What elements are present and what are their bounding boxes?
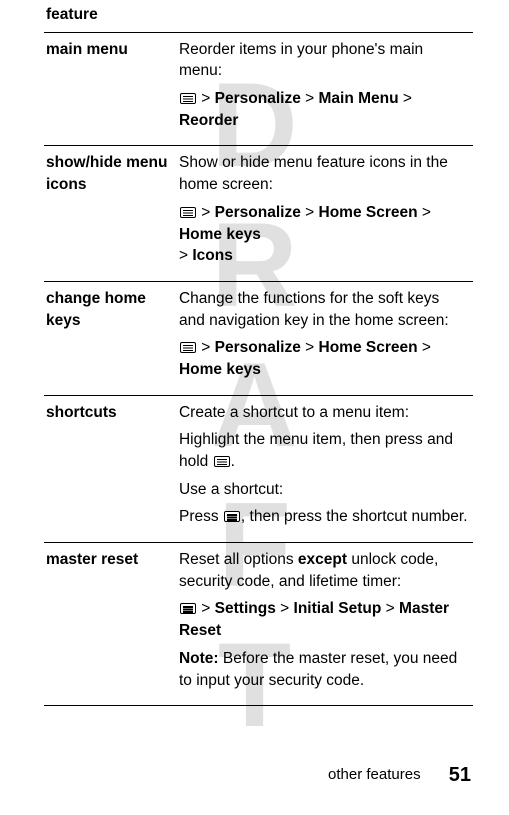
gt: >	[179, 247, 188, 264]
menu-path: > Settings > Initial Setup > Master Rese…	[179, 598, 469, 641]
gt: >	[201, 339, 210, 356]
feature-label: show/hide menu icons	[44, 146, 177, 281]
feature-desc: Create a shortcut to a menu item: Highli…	[177, 395, 473, 542]
path-part: Initial Setup	[294, 600, 382, 617]
desc-text: Press , then press the shortcut number.	[179, 506, 469, 528]
feature-desc: Reorder items in your phone's main menu:…	[177, 32, 473, 146]
path-part: Personalize	[215, 204, 301, 221]
table-row: main menu Reorder items in your phone's …	[44, 32, 473, 146]
gt: >	[422, 339, 431, 356]
feature-label: shortcuts	[44, 395, 177, 542]
menu-path: > Personalize > Main Menu > Reorder	[179, 88, 469, 131]
note-label: Note:	[179, 650, 223, 667]
gt: >	[201, 90, 210, 107]
menu-key-icon	[214, 456, 230, 467]
text-part: Press	[179, 508, 223, 525]
feature-label: change home keys	[44, 281, 177, 395]
text-part: , then press the shortcut number.	[241, 508, 468, 525]
desc-text: Reorder items in your phone's main menu:	[179, 39, 469, 82]
menu-path: > Personalize > Home Screen > Home keys …	[179, 202, 469, 267]
desc-text: Change the functions for the soft keys a…	[179, 288, 469, 331]
gt: >	[403, 90, 412, 107]
feature-desc: Change the functions for the soft keys a…	[177, 281, 473, 395]
gt: >	[201, 204, 210, 221]
path-part: Home keys	[179, 361, 261, 378]
menu-key-icon	[224, 511, 240, 522]
desc-text: Use a shortcut:	[179, 479, 469, 501]
table-row: master reset Reset all options except un…	[44, 543, 473, 706]
page-content: feature main menu Reorder items in your …	[0, 0, 509, 706]
note-text: Note: Before the master reset, you need …	[179, 648, 469, 691]
desc-text: Show or hide menu feature icons in the h…	[179, 152, 469, 195]
table-header: feature	[44, 0, 473, 32]
gt: >	[201, 600, 210, 617]
menu-path: > Personalize > Home Screen > Home keys	[179, 337, 469, 380]
path-part: Home keys	[179, 226, 261, 243]
feature-label: main menu	[44, 32, 177, 146]
path-part: Personalize	[215, 90, 301, 107]
table-row: change home keys Change the functions fo…	[44, 281, 473, 395]
menu-key-icon	[180, 603, 196, 614]
path-part: Icons	[192, 247, 232, 264]
menu-key-icon	[180, 207, 196, 218]
menu-key-icon	[180, 342, 196, 353]
table-header-row: feature	[44, 0, 473, 32]
path-part: Home Screen	[319, 339, 418, 356]
page-number: 51	[449, 764, 471, 786]
feature-desc: Show or hide menu feature icons in the h…	[177, 146, 473, 281]
desc-text: Reset all options except unlock code, se…	[179, 549, 469, 592]
text-bold: except	[298, 551, 347, 568]
gt: >	[305, 90, 314, 107]
desc-text: Highlight the menu item, then press and …	[179, 429, 469, 472]
gt: >	[386, 600, 395, 617]
page-footer: other features 51	[328, 764, 471, 787]
path-part: Reorder	[179, 112, 238, 129]
table-row: show/hide menu icons Show or hide menu f…	[44, 146, 473, 281]
path-part: Main Menu	[319, 90, 399, 107]
feature-table: feature main menu Reorder items in your …	[44, 0, 473, 706]
desc-text: Create a shortcut to a menu item:	[179, 402, 469, 424]
menu-key-icon	[180, 93, 196, 104]
table-row: shortcuts Create a shortcut to a menu it…	[44, 395, 473, 542]
text-part: Reset all options	[179, 551, 298, 568]
feature-desc: Reset all options except unlock code, se…	[177, 543, 473, 706]
gt: >	[305, 204, 314, 221]
path-part: Home Screen	[319, 204, 418, 221]
footer-section: other features	[328, 766, 421, 783]
feature-label: master reset	[44, 543, 177, 706]
path-part: Settings	[215, 600, 276, 617]
gt: >	[280, 600, 289, 617]
path-part: Personalize	[215, 339, 301, 356]
gt: >	[305, 339, 314, 356]
gt: >	[422, 204, 431, 221]
text-part: .	[231, 453, 235, 470]
